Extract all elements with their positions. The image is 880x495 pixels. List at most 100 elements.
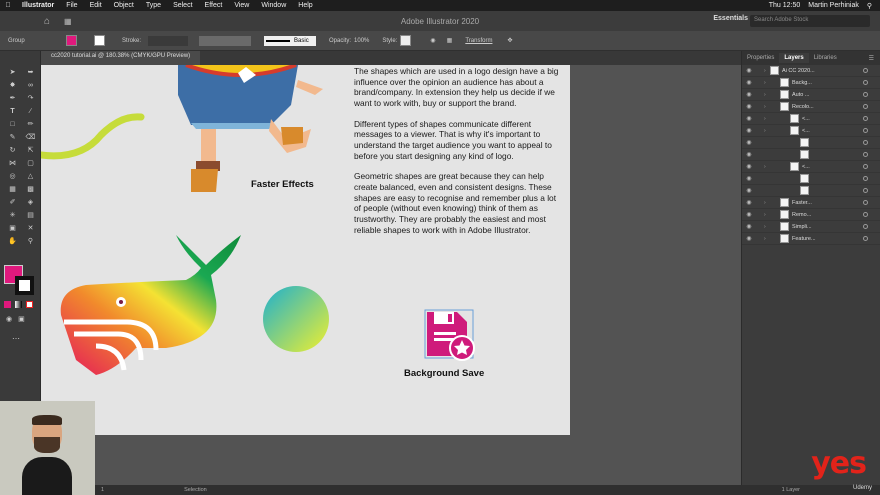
- opacity-value[interactable]: 100%: [354, 38, 369, 44]
- expand-chevron-icon[interactable]: ›: [764, 224, 780, 230]
- fill-swatch[interactable]: [66, 35, 77, 46]
- zoom-icon[interactable]: ⚲: [22, 236, 39, 248]
- perspective-icon[interactable]: △: [22, 171, 39, 183]
- tab-libraries[interactable]: Libraries: [809, 53, 842, 63]
- target-circle-icon[interactable]: [863, 188, 868, 193]
- target-circle-icon[interactable]: [863, 80, 868, 85]
- gradient-mode-icon[interactable]: [15, 301, 22, 308]
- curvature-tool-icon[interactable]: ↷: [22, 93, 39, 105]
- lasso-icon[interactable]: ∞: [22, 80, 39, 92]
- eyedropper-icon[interactable]: ✐: [4, 197, 21, 209]
- isolate-icon[interactable]: ✥: [507, 37, 512, 44]
- arrange-icon[interactable]: ▦: [64, 17, 72, 26]
- layer-name[interactable]: Feature...: [792, 236, 816, 242]
- layer-name[interactable]: <...: [802, 116, 810, 122]
- layer-name[interactable]: Recolo...: [792, 104, 814, 110]
- slice-icon[interactable]: ✕: [22, 223, 39, 235]
- target-circle-icon[interactable]: [863, 140, 868, 145]
- eraser-icon[interactable]: ⌫: [22, 132, 39, 144]
- layer-name[interactable]: Remo...: [792, 212, 811, 218]
- none-mode-icon[interactable]: [26, 301, 33, 308]
- body-text[interactable]: The shapes which are used in a logo desi…: [354, 65, 559, 245]
- expand-chevron-icon[interactable]: ›: [764, 92, 780, 98]
- layer-row[interactable]: ◉: [742, 149, 880, 161]
- layer-name[interactable]: Simpli...: [792, 224, 812, 230]
- gradient-icon[interactable]: ▩: [22, 184, 39, 196]
- paintbrush-icon[interactable]: ✏: [22, 119, 39, 131]
- layer-row[interactable]: ◉ › Remo...: [742, 209, 880, 221]
- target-circle-icon[interactable]: [863, 164, 868, 169]
- layer-row[interactable]: ◉ › Simpli...: [742, 221, 880, 233]
- stroke-color-box[interactable]: [15, 276, 34, 295]
- menu-select[interactable]: Select: [167, 2, 198, 9]
- screen-mode-icon[interactable]: ▣: [18, 315, 25, 323]
- visibility-eye-icon[interactable]: ◉: [742, 127, 756, 134]
- layer-row[interactable]: ◉ › Feature...: [742, 233, 880, 245]
- tab-layers[interactable]: Layers: [779, 53, 809, 63]
- magic-wand-icon[interactable]: ✸: [4, 80, 21, 92]
- layer-row[interactable]: ◉ › Auto ...: [742, 89, 880, 101]
- draw-mode-icon[interactable]: ◉: [6, 315, 12, 323]
- tab-properties[interactable]: Properties: [742, 53, 779, 63]
- recolor-icon[interactable]: ◉: [430, 37, 435, 44]
- visibility-eye-icon[interactable]: ◉: [742, 103, 756, 110]
- visibility-eye-icon[interactable]: ◉: [742, 223, 756, 230]
- menu-object[interactable]: Object: [108, 2, 140, 9]
- graph-icon[interactable]: ▤: [22, 210, 39, 222]
- layer-row[interactable]: ◉ › Recolo...: [742, 101, 880, 113]
- target-circle-icon[interactable]: [863, 92, 868, 97]
- layer-name[interactable]: Ai CC 2020...: [782, 68, 815, 74]
- pen-tool-icon[interactable]: ✒: [4, 93, 21, 105]
- expand-chevron-icon[interactable]: ›: [764, 80, 780, 86]
- visibility-eye-icon[interactable]: ◉: [742, 67, 756, 74]
- target-circle-icon[interactable]: [863, 236, 868, 241]
- artboard-icon[interactable]: ▣: [4, 223, 21, 235]
- target-circle-icon[interactable]: [863, 68, 868, 73]
- layer-row[interactable]: ◉ › <...: [742, 113, 880, 125]
- menu-help[interactable]: Help: [292, 2, 318, 9]
- layer-name[interactable]: Auto ...: [792, 92, 809, 98]
- menu-effect[interactable]: Effect: [199, 2, 229, 9]
- gradient-circle[interactable]: [262, 285, 332, 355]
- layer-name[interactable]: <...: [802, 128, 810, 134]
- expand-chevron-icon[interactable]: ›: [764, 164, 790, 170]
- menu-file[interactable]: File: [60, 2, 83, 9]
- visibility-eye-icon[interactable]: ◉: [742, 235, 756, 242]
- transform-link[interactable]: Transform: [465, 38, 492, 44]
- target-circle-icon[interactable]: [863, 212, 868, 217]
- layer-row[interactable]: ◉: [742, 185, 880, 197]
- direct-selection-tool-icon[interactable]: ➥: [22, 67, 39, 79]
- type-tool-icon[interactable]: T: [4, 106, 21, 118]
- layer-row[interactable]: ◉ › Faster...: [742, 197, 880, 209]
- workspace-switcher[interactable]: Essentials: [713, 15, 748, 22]
- visibility-eye-icon[interactable]: ◉: [742, 187, 756, 194]
- brush-definition[interactable]: Basic: [264, 35, 317, 46]
- artboard[interactable]: Faster Effects The shapes which are used…: [41, 65, 570, 435]
- visibility-eye-icon[interactable]: ◉: [742, 199, 756, 206]
- target-circle-icon[interactable]: [863, 116, 868, 121]
- free-transform-icon[interactable]: ▢: [22, 158, 39, 170]
- selection-tool-icon[interactable]: ➤: [4, 67, 21, 79]
- color-mode-icon[interactable]: [4, 301, 11, 308]
- line-tool-icon[interactable]: ∕: [22, 106, 39, 118]
- visibility-eye-icon[interactable]: ◉: [742, 91, 756, 98]
- rotate-icon[interactable]: ↻: [4, 145, 21, 157]
- hand-icon[interactable]: ✋: [4, 236, 21, 248]
- visibility-eye-icon[interactable]: ◉: [742, 151, 756, 158]
- blend-icon[interactable]: ◈: [22, 197, 39, 209]
- stock-search-input[interactable]: Search Adobe Stock: [750, 15, 870, 27]
- visibility-eye-icon[interactable]: ◉: [742, 175, 756, 182]
- visibility-eye-icon[interactable]: ◉: [742, 79, 756, 86]
- expand-chevron-icon[interactable]: ›: [764, 104, 780, 110]
- target-circle-icon[interactable]: [863, 152, 868, 157]
- home-icon[interactable]: ⌂: [44, 16, 50, 27]
- target-circle-icon[interactable]: [863, 200, 868, 205]
- floppy-disk-icon[interactable]: [422, 308, 478, 364]
- expand-chevron-icon[interactable]: ›: [764, 236, 780, 242]
- expand-chevron-icon[interactable]: ›: [764, 128, 790, 134]
- align-icon[interactable]: ▦: [447, 37, 453, 44]
- visibility-eye-icon[interactable]: ◉: [742, 163, 756, 170]
- layer-name[interactable]: Faster...: [792, 200, 812, 206]
- target-circle-icon[interactable]: [863, 224, 868, 229]
- graphic-style-swatch[interactable]: [400, 35, 412, 46]
